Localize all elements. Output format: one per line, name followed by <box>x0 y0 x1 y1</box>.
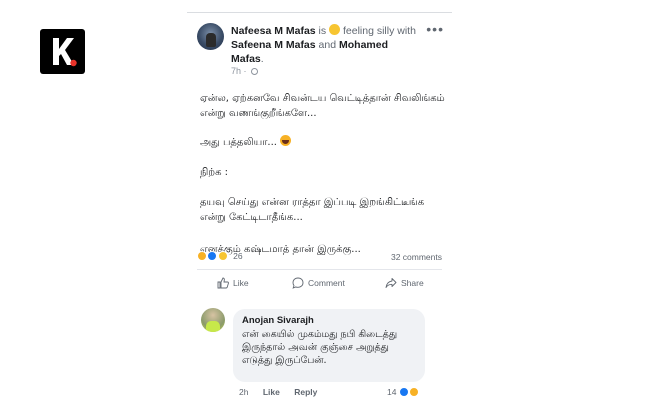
post-paragraph-3: நிற்க : <box>200 167 229 178</box>
comment-reaction-count: 14 <box>387 387 397 397</box>
commenter-name[interactable]: Anojan Sivarajh <box>242 315 416 326</box>
haha-reaction-icon <box>409 387 420 397</box>
with-text: with <box>397 25 416 37</box>
post-meta: 7h · <box>231 66 259 76</box>
post-time[interactable]: 7h · <box>231 66 247 76</box>
post-actions: Like Comment Share <box>197 274 442 296</box>
facebook-post: Nafeesa M Mafas is feeling silly with Sa… <box>187 12 452 397</box>
comments-count[interactable]: 32 comments <box>391 252 442 262</box>
is-text: is <box>318 25 327 37</box>
like-button[interactable]: Like <box>217 277 249 289</box>
comment-text: என் கையில் முகம்மது நபி கிடைத்து இருந்தா… <box>242 329 398 366</box>
comment-reply-button[interactable]: Reply <box>294 387 317 397</box>
and-text: and <box>318 39 337 51</box>
comment-meta: 2h Like Reply <box>239 387 329 397</box>
like-label: Like <box>233 278 249 288</box>
post-paragraph-1: ஏன்ல, ஏற்கனவே சிவன்டய வெட்டித்தான் சிவலி… <box>200 93 445 119</box>
haha-reaction-icon <box>197 251 207 261</box>
like-reaction-icon <box>207 251 218 261</box>
more-options-icon[interactable]: ••• <box>426 21 444 37</box>
comment-bubble: Anojan Sivarajh என் கையில் முகம்மது நபி … <box>233 309 425 382</box>
comment-time[interactable]: 2h <box>239 387 248 397</box>
commenter-avatar[interactable] <box>201 308 225 332</box>
post-header: Nafeesa M Mafas is feeling silly with Sa… <box>197 21 446 76</box>
post-header-text: Nafeesa M Mafas is feeling silly with Sa… <box>231 24 416 65</box>
share-label: Share <box>401 278 424 288</box>
author-name[interactable]: Nafeesa M Mafas <box>231 25 316 37</box>
k-logo <box>40 29 85 74</box>
laughing-emoji-icon <box>280 135 292 146</box>
divider <box>197 269 442 270</box>
globe-icon <box>251 68 259 75</box>
feeling-text: feeling silly <box>342 25 395 37</box>
like-reaction-icon <box>398 387 409 397</box>
reaction-count: 26 <box>233 251 243 261</box>
tagged-user-1[interactable]: Safeena M Mafas <box>231 39 316 51</box>
feeling-emoji-icon <box>329 24 341 35</box>
comment-button[interactable]: Comment <box>292 277 345 289</box>
thumbs-up-icon <box>217 277 229 289</box>
sad-reaction-icon <box>217 251 228 261</box>
post-paragraph-4: தயவு செய்து என்ன ராத்தா இப்படி இறங்கிட்ட… <box>200 197 425 223</box>
post-paragraph-2: அது பத்தலியா... <box>200 135 445 150</box>
comment-label: Comment <box>308 278 345 288</box>
post-paragraph-2-text: அது பத்தலியா... <box>200 137 277 148</box>
comment: Anojan Sivarajh என் கையில் முகம்மது நபி … <box>197 302 442 397</box>
comment-like-button[interactable]: Like <box>263 387 280 397</box>
share-button[interactable]: Share <box>385 277 424 289</box>
comment-icon <box>292 277 304 289</box>
reactions-summary[interactable]: 26 <box>197 251 243 263</box>
author-avatar[interactable] <box>197 23 224 50</box>
share-icon <box>385 278 397 288</box>
comment-reactions[interactable]: 14 <box>387 387 420 397</box>
